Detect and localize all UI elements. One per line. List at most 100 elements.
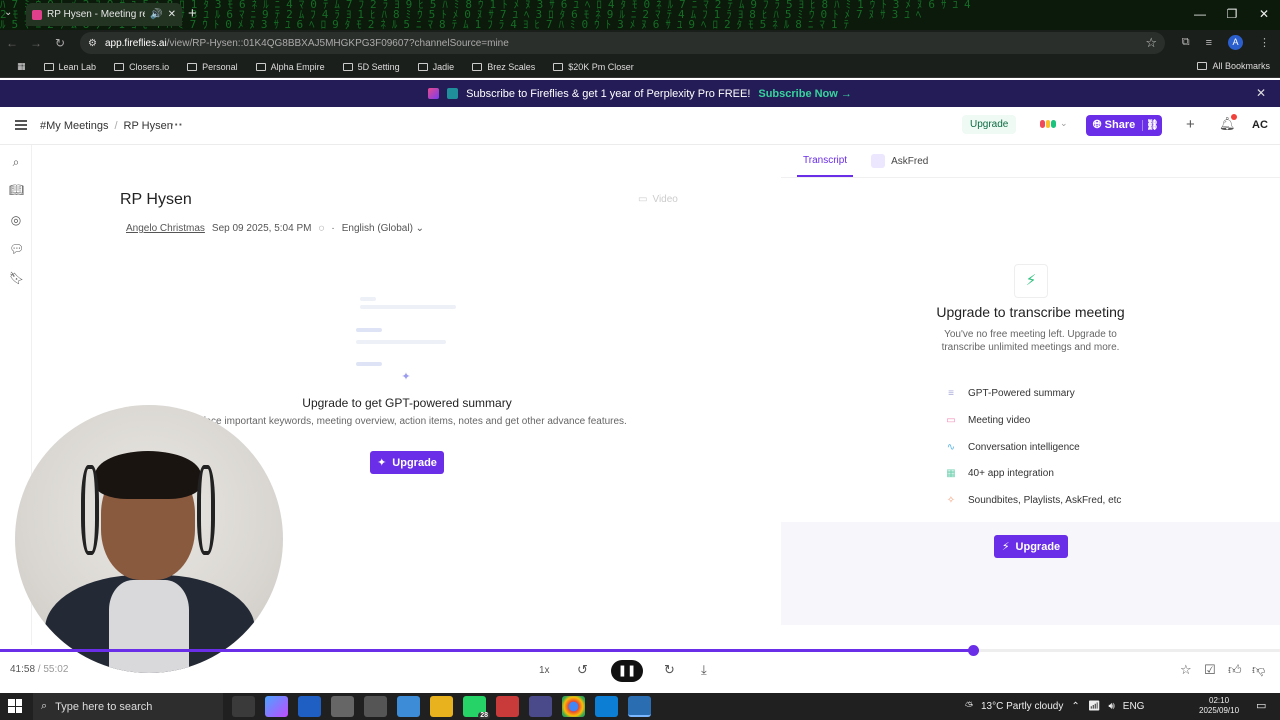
- taskbar-clock[interactable]: 02:10 2025/09/10: [1199, 696, 1239, 716]
- forward-icon[interactable]: →: [24, 36, 48, 50]
- progress-handle[interactable]: [967, 645, 979, 656]
- notification-center-icon[interactable]: ▭: [1256, 699, 1266, 712]
- more-options-icon[interactable]: ···: [170, 117, 183, 132]
- app-icon[interactable]: [364, 696, 387, 717]
- meeting-host[interactable]: Angelo Christmas: [126, 223, 205, 234]
- wifi-icon[interactable]: 📶︎: [1088, 701, 1101, 712]
- star-icon[interactable]: ☆: [1180, 662, 1192, 678]
- menu-icon[interactable]: [15, 120, 27, 130]
- share-button[interactable]: 🌐︎ Share ⛓: [1086, 115, 1162, 136]
- breadcrumb: #My Meetings / RP Hysen: [40, 120, 173, 132]
- rewind-icon[interactable]: ↺: [577, 662, 588, 678]
- task-view-icon[interactable]: [232, 696, 255, 717]
- feature-item: ≡ GPT-Powered summary: [946, 388, 1075, 399]
- skeleton-line: [356, 328, 382, 332]
- banner-close-icon[interactable]: ✕: [1256, 86, 1266, 100]
- url-input[interactable]: ⚙ app.fireflies.ai/view/RP-Hysen::01K4QG…: [80, 32, 1165, 54]
- tab-close-icon[interactable]: ✕: [168, 9, 176, 20]
- folder-icon: [255, 62, 266, 71]
- user-avatar[interactable]: AC: [1252, 119, 1268, 131]
- pause-button[interactable]: ❚❚: [611, 660, 643, 682]
- feature-item: ∿ Conversation intelligence: [946, 442, 1080, 453]
- tray-chevron-icon[interactable]: ⌃: [1071, 701, 1079, 712]
- tab-search-icon[interactable]: ⌄: [4, 7, 12, 18]
- bookmark-item[interactable]: 5D Setting: [334, 62, 409, 72]
- minimize-icon[interactable]: —: [1184, 0, 1216, 28]
- bookmark-item[interactable]: $20K Pm Closer: [544, 62, 643, 72]
- app-icon[interactable]: [496, 696, 519, 717]
- transcribe-upgrade-button[interactable]: ⚡︎ Upgrade: [994, 535, 1068, 558]
- back-icon[interactable]: ←: [0, 36, 24, 50]
- whatsapp-icon[interactable]: 28: [463, 696, 490, 719]
- browser-menu-icon[interactable]: ⋮: [1259, 36, 1270, 49]
- breadcrumb-my-meetings[interactable]: #My Meetings: [40, 120, 108, 132]
- breadcrumb-current: RP Hysen: [123, 120, 173, 132]
- panel-tabs: Transcript AskFred: [797, 145, 928, 177]
- file-explorer-icon[interactable]: [430, 696, 453, 717]
- skeleton-line: [356, 340, 446, 344]
- all-bookmarks[interactable]: All Bookmarks: [1197, 61, 1270, 71]
- apps-icon[interactable]: ▦: [8, 61, 35, 72]
- window-close-icon[interactable]: ✕: [1248, 0, 1280, 28]
- reload-icon[interactable]: ↻: [48, 36, 72, 50]
- audio-icon[interactable]: 🔊: [150, 9, 162, 20]
- tab-transcript[interactable]: Transcript: [797, 145, 854, 177]
- chrome-active-icon[interactable]: [628, 696, 651, 717]
- folder-icon: [43, 62, 54, 71]
- media-icon[interactable]: ≡: [1206, 37, 1212, 49]
- summary-upgrade-button[interactable]: ✦ Upgrade: [370, 451, 444, 474]
- copilot-icon[interactable]: [265, 696, 288, 717]
- system-tray: ⛅︎ 13°C Partly cloudy ⌃ 📶︎ 🔊︎ ENG: [965, 693, 1144, 720]
- transcribe-upgrade-subtitle: You've no free meeting left. Upgrade to …: [941, 329, 1120, 353]
- site-info-icon[interactable]: ⚙: [88, 38, 97, 49]
- language-select[interactable]: English (Global) ⌄: [342, 223, 424, 234]
- topics-icon[interactable]: ◎: [9, 213, 23, 227]
- comments-icon[interactable]: 💬︎: [9, 242, 24, 256]
- video-button[interactable]: ▭ Video: [638, 194, 678, 205]
- extensions-icon[interactable]: ⧉: [1182, 36, 1190, 49]
- forward-icon[interactable]: ↻: [664, 662, 675, 678]
- copy-link-icon[interactable]: ⛓: [1142, 120, 1162, 131]
- bookmark-icon[interactable]: 🔖︎: [9, 271, 24, 285]
- chrome-icon[interactable]: [562, 696, 585, 717]
- fireflies-logo-icon: [428, 88, 440, 99]
- add-icon[interactable]: +: [1186, 116, 1195, 133]
- calculator-icon[interactable]: [529, 696, 552, 717]
- bookmark-item[interactable]: Alpha Empire: [247, 62, 334, 72]
- browser-tab-active[interactable]: RP Hysen - Meeting record 🔊 ✕: [26, 3, 182, 26]
- address-bar-row: ← → ↻ ⚙ app.fireflies.ai/view/RP-Hysen::…: [0, 30, 1280, 56]
- notebook-icon[interactable]: 📖︎: [9, 183, 24, 197]
- store-icon[interactable]: [298, 696, 321, 717]
- header-upgrade-button[interactable]: Upgrade: [962, 115, 1017, 134]
- thumbs-down-icon[interactable]: 👎︎: [1252, 662, 1265, 678]
- profile-avatar[interactable]: A: [1228, 35, 1243, 50]
- search-icon[interactable]: ⌕: [9, 155, 23, 170]
- subscribe-now-link[interactable]: Subscribe Now →: [758, 88, 852, 100]
- task-check-icon[interactable]: ☑: [1204, 662, 1216, 678]
- bookmark-item[interactable]: Lean Lab: [35, 62, 106, 72]
- meeting-datetime: Sep 09 2025, 5:04 PM: [211, 223, 312, 234]
- bookmark-item[interactable]: Jadie: [409, 62, 464, 72]
- bookmark-item[interactable]: Closers.io: [105, 62, 178, 72]
- notification-dot: [1231, 114, 1237, 120]
- download-icon[interactable]: ⤓: [701, 662, 707, 678]
- monday-integration-icon[interactable]: [1040, 120, 1057, 128]
- windows-start-icon[interactable]: [8, 699, 22, 713]
- chevron-down-icon[interactable]: ⌄: [1060, 118, 1068, 129]
- playback-progress-bar[interactable]: [0, 645, 1280, 656]
- app-icon[interactable]: [397, 696, 420, 717]
- bookmark-star-icon[interactable]: ☆: [1145, 35, 1157, 51]
- app-icon[interactable]: [331, 696, 354, 717]
- weather-text[interactable]: 13°C Partly cloudy: [981, 701, 1063, 712]
- language-indicator[interactable]: ENG: [1123, 701, 1145, 712]
- edge-icon[interactable]: [595, 696, 618, 717]
- taskbar-search-input[interactable]: ⌕ Type here to search: [33, 693, 223, 720]
- bookmark-item[interactable]: Personal: [178, 62, 247, 72]
- thumbs-up-icon[interactable]: 👍︎: [1228, 662, 1242, 678]
- tab-askfred[interactable]: AskFred: [871, 154, 928, 168]
- new-tab-icon[interactable]: +: [188, 5, 197, 22]
- bookmark-item[interactable]: Brez Scales: [463, 62, 544, 72]
- volume-icon[interactable]: 🔊︎: [1108, 701, 1114, 712]
- maximize-icon[interactable]: ❐: [1216, 0, 1248, 28]
- speed-button[interactable]: 1x: [539, 665, 550, 676]
